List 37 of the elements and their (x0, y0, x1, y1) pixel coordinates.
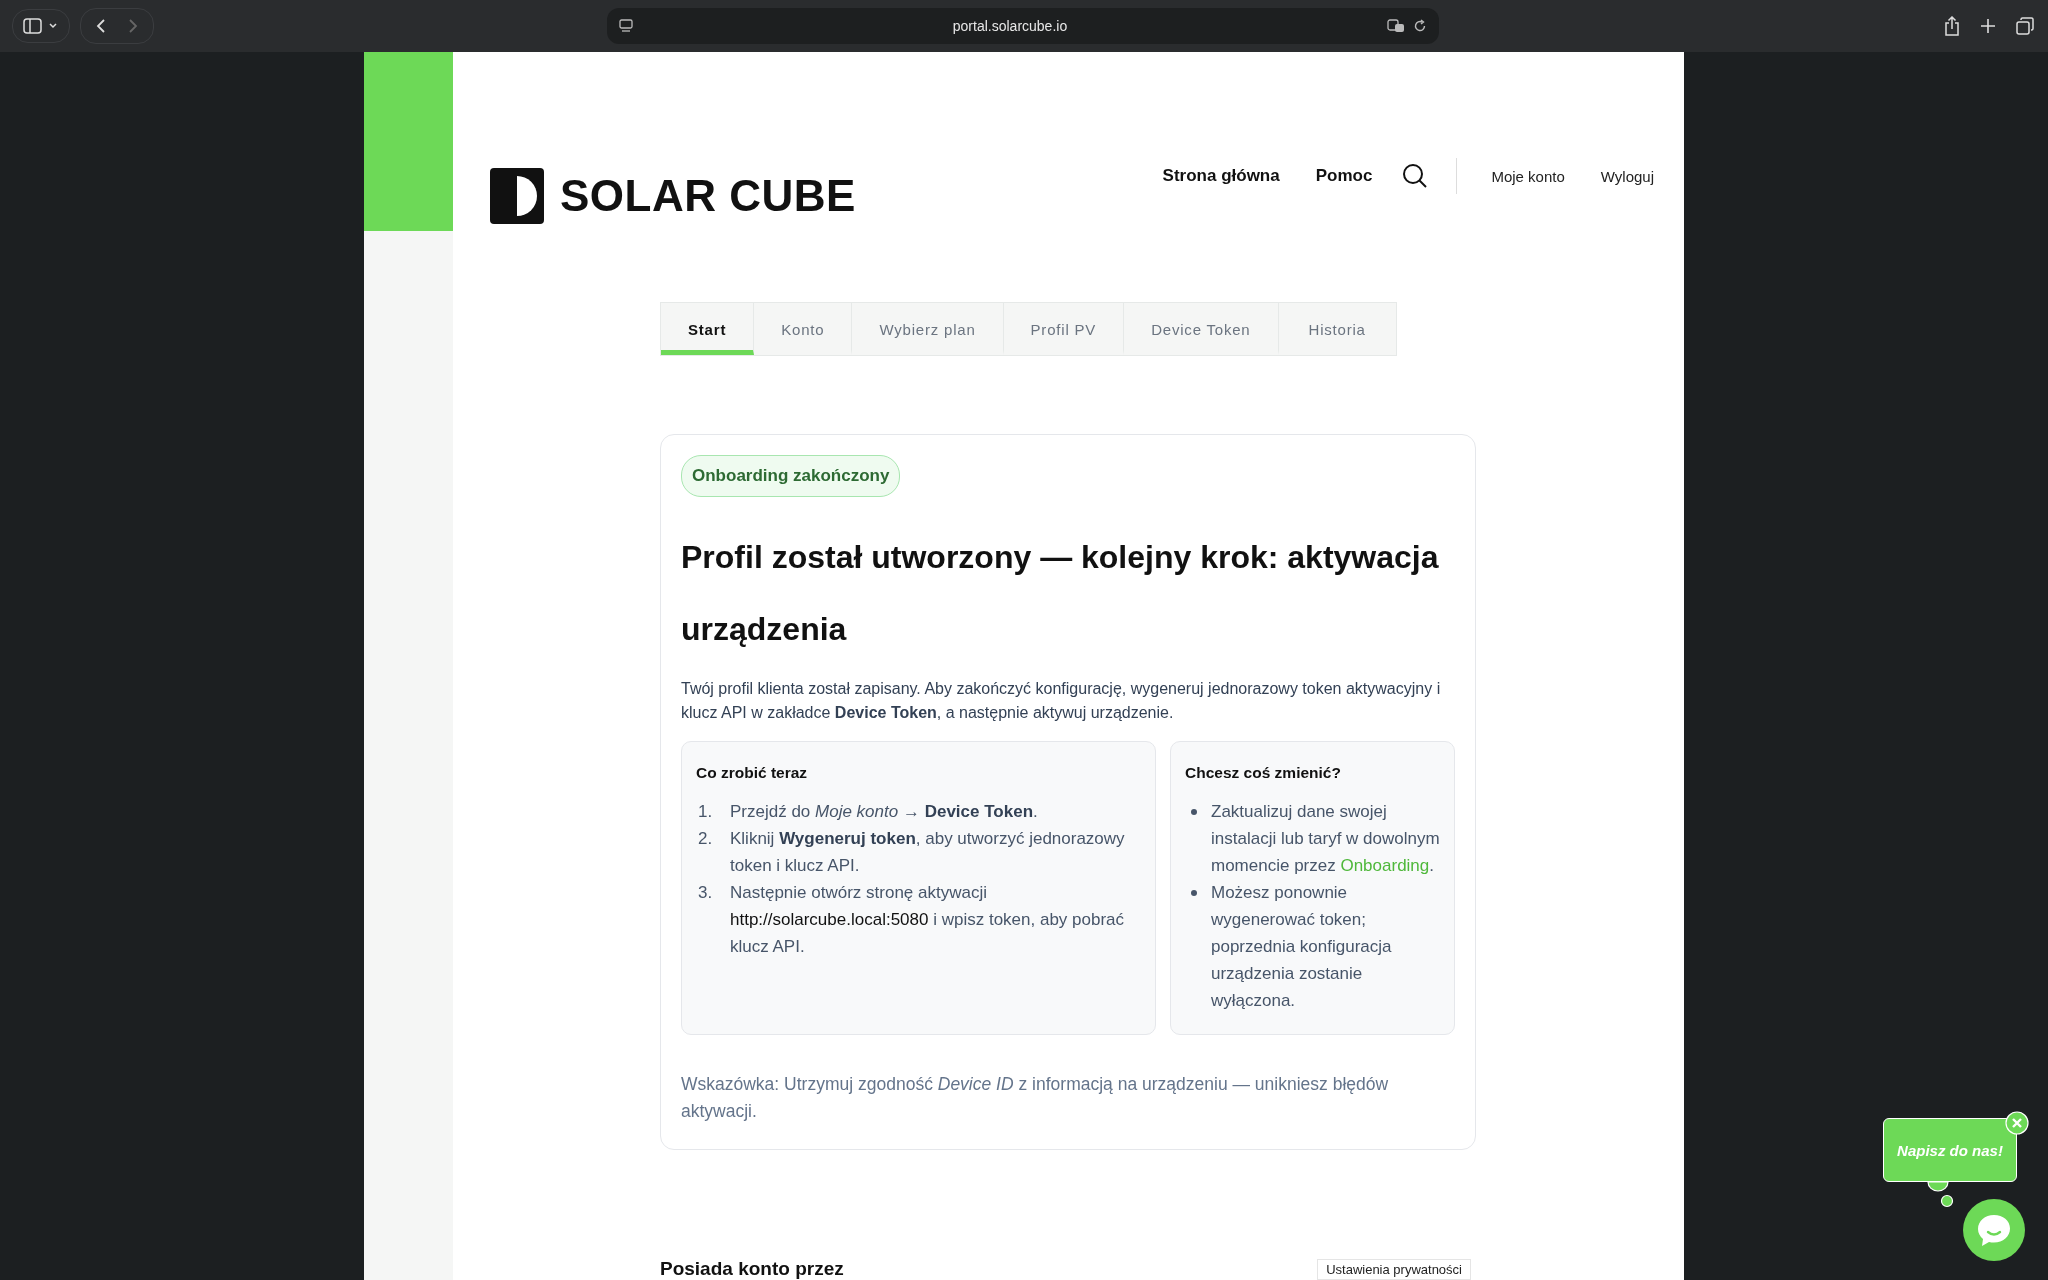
new-tab-icon[interactable] (1980, 18, 1996, 34)
forward-icon (127, 18, 139, 34)
activation-link[interactable]: http://solarcube.local:5080 (730, 910, 929, 929)
back-icon (95, 18, 107, 34)
tabs-overview-icon[interactable] (2016, 17, 2034, 35)
account-link[interactable]: Wyloguj (1600, 167, 1654, 185)
panel-title: Chcesz coś zmienić? (1185, 764, 1342, 782)
reload-icon[interactable] (1413, 19, 1427, 33)
sidebar-toggle-button[interactable] (12, 9, 70, 43)
close-icon[interactable] (2005, 1111, 2029, 1135)
bullet-item: Możesz ponownie wygenerować token; poprzednia konfiguracja urządzenia zostanie wyłączona. (1185, 879, 1444, 1014)
intro-text: Twój profil klienta został zapisany. Aby zakończyć konfigurację, wygeneruj jednorazowy token aktywacyjny i klucz API w zakładce Device Token, a następnie aktywuj urządzenie. (681, 679, 1442, 723)
address-bar[interactable]: portal.solarcube.io (607, 8, 1439, 44)
chat-button[interactable] (1963, 1199, 2025, 1261)
tab[interactable]: Start (661, 303, 755, 355)
logo-icon (490, 168, 544, 224)
status-badge: Onboarding zakończony (681, 455, 901, 497)
bubble-tail-icon (1926, 1182, 1956, 1208)
nav-link[interactable]: Pomoc (1315, 166, 1373, 186)
step-item: 1. Przejdź do Moje konto → Device Token. (697, 801, 1039, 823)
search-icon[interactable] (1402, 163, 1429, 189)
privacy-settings-button[interactable]: Ustawienia prywatności (1317, 1259, 1471, 1280)
step-item: 2. Kliknij Wygeneruj token, aby utworzyć jednorazowy token i klucz API. (697, 828, 1126, 877)
url-text: portal.solarcube.io (951, 18, 1069, 34)
translate-icon[interactable] (1387, 19, 1405, 33)
card-title: Profil został utworzony — kolejny krok: aktywacja urządzenia (681, 538, 1440, 649)
nav-link[interactable]: Strona główna (1162, 166, 1280, 186)
section-heading: Posiada konto przez (660, 1258, 844, 1280)
logo-text: SOLAR CUBE (560, 171, 856, 221)
page-icon (619, 19, 633, 33)
share-icon[interactable] (1944, 16, 1960, 36)
step-item: 3. Następnie otwórz stronę aktywacji http://solarcube.local:5080 i wpisz token, aby pobrać klucz API. (697, 882, 1126, 958)
bullet-item: Zaktualizuj dane swojej instalacji lub taryf w dowolnym momencie przez Onboarding. (1185, 798, 1444, 879)
account-link[interactable]: Moje konto (1491, 167, 1565, 185)
sidebar-icon (23, 17, 59, 35)
hint-text: Wskazówka: Utrzymuj zgodność Device ID z informacją na urządzeniu — unikniesz błędów aktywacji. (681, 1073, 1390, 1123)
panel-title: Co zrobić teraz (696, 764, 809, 782)
